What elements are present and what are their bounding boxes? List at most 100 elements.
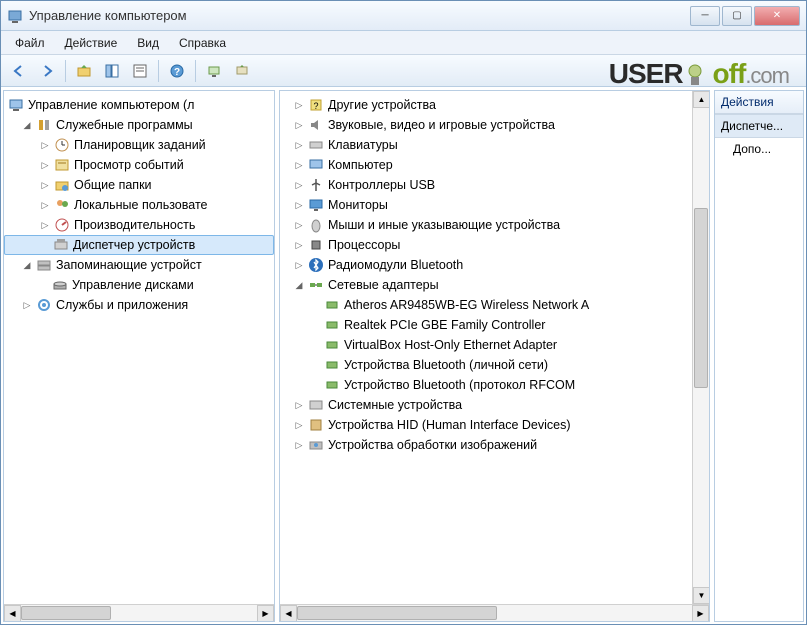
na-virtualbox[interactable]: VirtualBox Host-Only Ethernet Adapter <box>280 335 692 355</box>
scroll-right-button[interactable]: ▶ <box>257 605 274 622</box>
cpu-icon <box>308 237 324 253</box>
titlebar[interactable]: Управление компьютером ─ ▢ ✕ <box>1 1 806 31</box>
tree-label: Служебные программы <box>56 118 193 132</box>
up-folder-button[interactable] <box>72 59 96 83</box>
nic-icon <box>324 297 340 313</box>
tree-performance[interactable]: ▷ Производительность <box>4 215 274 235</box>
close-button[interactable]: ✕ <box>754 6 800 26</box>
mid-vscrollbar[interactable]: ▲ ▼ <box>692 91 709 604</box>
expand-icon[interactable]: ▷ <box>38 158 52 172</box>
cat-system-devices[interactable]: ▷ Системные устройства <box>280 395 692 415</box>
action-dispatcher[interactable]: Диспетче... <box>715 114 803 138</box>
expand-icon[interactable]: ▷ <box>292 438 306 452</box>
refresh-icon[interactable] <box>230 59 254 83</box>
cat-monitors[interactable]: ▷ Мониторы <box>280 195 692 215</box>
tree-label: VirtualBox Host-Only Ethernet Adapter <box>344 338 557 352</box>
svg-text:?: ? <box>174 67 180 78</box>
tree-event-viewer[interactable]: ▷ Просмотр событий <box>4 155 274 175</box>
expand-icon[interactable]: ▷ <box>38 178 52 192</box>
mid-hscrollbar[interactable]: ◀ ▶ <box>280 604 709 621</box>
cat-other-devices[interactable]: ▷ ? Другие устройства <box>280 95 692 115</box>
show-hide-tree-button[interactable] <box>100 59 124 83</box>
event-icon <box>54 157 70 173</box>
expand-icon[interactable]: ▷ <box>292 138 306 152</box>
scroll-left-button[interactable]: ◀ <box>4 605 21 622</box>
nav-forward-button[interactable] <box>35 59 59 83</box>
maximize-button[interactable]: ▢ <box>722 6 752 26</box>
expand-icon[interactable]: ▷ <box>38 138 52 152</box>
tree-device-manager[interactable]: Диспетчер устройств <box>4 235 274 255</box>
tree-shared-folders[interactable]: ▷ Общие папки <box>4 175 274 195</box>
expand-icon[interactable]: ▷ <box>292 418 306 432</box>
cat-usb[interactable]: ▷ Контроллеры USB <box>280 175 692 195</box>
scan-hardware-button[interactable] <box>202 59 226 83</box>
scroll-down-button[interactable]: ▼ <box>693 587 710 604</box>
expand-icon[interactable]: ▷ <box>292 178 306 192</box>
console-tree[interactable]: Управление компьютером (л ◢ Служебные пр… <box>4 91 274 604</box>
scroll-up-button[interactable]: ▲ <box>693 91 710 108</box>
tree-task-scheduler[interactable]: ▷ Планировщик заданий <box>4 135 274 155</box>
properties-button[interactable] <box>128 59 152 83</box>
expand-icon[interactable]: ▷ <box>292 218 306 232</box>
watermark-logo: USERoff.com <box>609 58 789 91</box>
tree-storage[interactable]: ◢ Запоминающие устройст <box>4 255 274 275</box>
scroll-left-button[interactable]: ◀ <box>280 605 297 622</box>
menu-file[interactable]: Файл <box>7 34 53 52</box>
expand-icon[interactable]: ▷ <box>38 218 52 232</box>
expand-icon[interactable]: ▷ <box>292 238 306 252</box>
na-bt-rfcom[interactable]: Устройство Bluetooth (протокол RFCOM <box>280 375 692 395</box>
scroll-thumb[interactable] <box>297 606 497 620</box>
menu-action[interactable]: Действие <box>57 34 126 52</box>
speaker-icon <box>308 117 324 133</box>
expand-icon[interactable]: ▷ <box>292 198 306 212</box>
menu-help[interactable]: Справка <box>171 34 234 52</box>
computer-icon <box>308 157 324 173</box>
cat-mice[interactable]: ▷ Мыши и иные указывающие устройства <box>280 215 692 235</box>
expand-icon[interactable]: ▷ <box>292 98 306 112</box>
action-more[interactable]: Допо... <box>715 138 803 160</box>
collapse-icon[interactable]: ◢ <box>292 278 306 292</box>
device-mgr-icon <box>53 237 69 253</box>
collapse-icon[interactable]: ◢ <box>20 118 34 132</box>
left-hscrollbar[interactable]: ◀ ▶ <box>4 604 274 621</box>
nic-icon <box>324 337 340 353</box>
tree-label: Производительность <box>74 218 195 232</box>
help-button[interactable]: ? <box>165 59 189 83</box>
na-atheros[interactable]: Atheros AR9485WB-EG Wireless Network A <box>280 295 692 315</box>
na-bt-pan[interactable]: Устройства Bluetooth (личной сети) <box>280 355 692 375</box>
na-realtek[interactable]: Realtek PCIe GBE Family Controller <box>280 315 692 335</box>
nav-back-button[interactable] <box>7 59 31 83</box>
expand-icon[interactable]: ▷ <box>292 398 306 412</box>
tree-disk-mgmt[interactable]: Управление дисками <box>4 275 274 295</box>
expand-icon[interactable]: ▷ <box>292 158 306 172</box>
tree-label: Звуковые, видео и игровые устройства <box>328 118 555 132</box>
cat-imaging[interactable]: ▷ Устройства обработки изображений <box>280 435 692 455</box>
scroll-thumb[interactable] <box>21 606 111 620</box>
expand-icon[interactable]: ▷ <box>38 198 52 212</box>
scroll-thumb[interactable] <box>694 208 708 388</box>
tree-services-apps[interactable]: ▷ Службы и приложения <box>4 295 274 315</box>
cat-keyboards[interactable]: ▷ Клавиатуры <box>280 135 692 155</box>
cat-sound[interactable]: ▷ Звуковые, видео и игровые устройства <box>280 115 692 135</box>
disk-icon <box>52 277 68 293</box>
tree-local-users[interactable]: ▷ Локальные пользовате <box>4 195 274 215</box>
minimize-button[interactable]: ─ <box>690 6 720 26</box>
tree-system-tools[interactable]: ◢ Служебные программы <box>4 115 274 135</box>
expand-icon[interactable]: ▷ <box>20 298 34 312</box>
tree-label: Устройства обработки изображений <box>328 438 537 452</box>
expand-icon[interactable]: ▷ <box>292 118 306 132</box>
mouse-icon <box>308 217 324 233</box>
scroll-right-button[interactable]: ▶ <box>692 605 709 622</box>
cat-computer[interactable]: ▷ Компьютер <box>280 155 692 175</box>
cat-bluetooth-radios[interactable]: ▷ Радиомодули Bluetooth <box>280 255 692 275</box>
window-buttons: ─ ▢ ✕ <box>690 6 800 26</box>
cat-hid[interactable]: ▷ Устройства HID (Human Interface Device… <box>280 415 692 435</box>
collapse-icon[interactable]: ◢ <box>20 258 34 272</box>
tree-root[interactable]: Управление компьютером (л <box>4 95 274 115</box>
device-tree[interactable]: ▷ ? Другие устройства ▷ Звуковые, видео … <box>280 91 692 604</box>
cat-processors[interactable]: ▷ Процессоры <box>280 235 692 255</box>
expand-icon[interactable]: ▷ <box>292 258 306 272</box>
tree-label: Realtek PCIe GBE Family Controller <box>344 318 545 332</box>
cat-network-adapters[interactable]: ◢ Сетевые адаптеры <box>280 275 692 295</box>
menu-view[interactable]: Вид <box>129 34 167 52</box>
